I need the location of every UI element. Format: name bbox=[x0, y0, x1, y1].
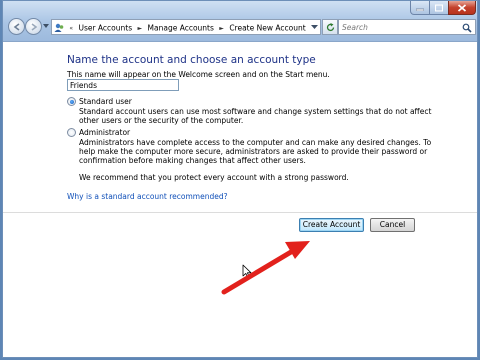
account-name-input[interactable] bbox=[67, 79, 179, 91]
administrator-radio[interactable] bbox=[67, 128, 76, 137]
address-dropdown-icon[interactable] bbox=[311, 24, 318, 30]
standard-account-help-link[interactable]: Why is a standard account recommended? bbox=[67, 192, 228, 201]
back-icon bbox=[13, 23, 20, 31]
search-icon[interactable] bbox=[462, 23, 472, 33]
breadcrumb: « User Accounts ► Manage Accounts ► Crea… bbox=[54, 22, 306, 33]
password-recommendation: We recommend that you protect every acco… bbox=[79, 173, 349, 182]
window: « User Accounts ► Manage Accounts ► Crea… bbox=[2, 0, 478, 358]
divider bbox=[3, 212, 477, 213]
forward-icon bbox=[31, 23, 38, 31]
search-box[interactable] bbox=[338, 19, 476, 35]
administrator-label[interactable]: Administrator bbox=[79, 128, 130, 137]
administrator-description: Administrators have complete access to t… bbox=[79, 138, 432, 165]
minimize-icon bbox=[416, 8, 424, 11]
name-instructions: This name will appear on the Welcome scr… bbox=[67, 70, 330, 79]
user-accounts-icon bbox=[54, 23, 64, 32]
forward-button[interactable] bbox=[25, 18, 42, 35]
refresh-button[interactable] bbox=[322, 19, 338, 35]
mouse-cursor-icon bbox=[242, 264, 252, 278]
content-pane: Name the account and choose an account t… bbox=[3, 42, 477, 357]
minimize-button[interactable] bbox=[410, 1, 430, 15]
breadcrumb-separator: ► bbox=[137, 24, 143, 32]
breadcrumb-user-accounts[interactable]: User Accounts bbox=[78, 24, 132, 33]
create-account-button[interactable]: Create Account bbox=[299, 218, 364, 232]
breadcrumb-create-new-account[interactable]: Create New Account bbox=[229, 24, 305, 33]
breadcrumb-separator: « bbox=[69, 24, 74, 32]
maximize-icon bbox=[435, 4, 443, 11]
breadcrumb-manage-accounts[interactable]: Manage Accounts bbox=[148, 24, 214, 33]
back-button[interactable] bbox=[8, 18, 25, 35]
title-bar: « User Accounts ► Manage Accounts ► Crea… bbox=[3, 1, 477, 42]
maximize-button[interactable] bbox=[429, 1, 449, 15]
cancel-button[interactable]: Cancel bbox=[370, 218, 415, 232]
page-title: Name the account and choose an account t… bbox=[67, 54, 316, 66]
breadcrumb-separator: ► bbox=[219, 24, 224, 32]
standard-user-radio[interactable] bbox=[67, 97, 76, 106]
recent-pages-dropdown-icon[interactable] bbox=[43, 23, 49, 29]
address-bar[interactable]: « User Accounts ► Manage Accounts ► Crea… bbox=[51, 19, 321, 35]
close-button[interactable] bbox=[448, 1, 476, 15]
refresh-icon bbox=[326, 23, 335, 32]
standard-user-description: Standard account users can use most soft… bbox=[79, 107, 432, 125]
close-icon bbox=[457, 3, 467, 12]
search-input[interactable] bbox=[342, 22, 457, 32]
standard-user-label[interactable]: Standard user bbox=[79, 97, 132, 106]
